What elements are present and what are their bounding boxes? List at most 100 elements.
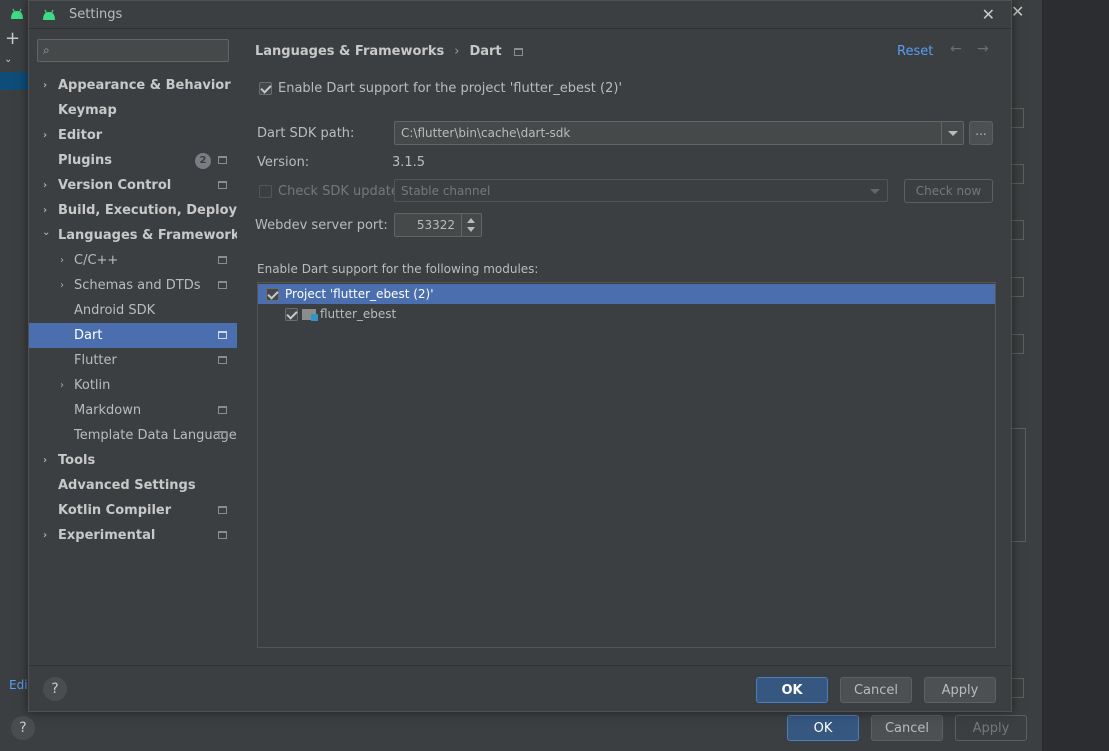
background-help-button[interactable]: ? xyxy=(11,716,35,740)
sidebar-item-schemas[interactable]: › Schemas and DTDs xyxy=(29,273,237,298)
android-icon xyxy=(11,8,23,19)
dart-settings-panel: Languages & Frameworks › Dart Reset ← → … xyxy=(237,29,1011,665)
add-icon[interactable]: + xyxy=(5,28,20,49)
check-now-button[interactable]: Check now xyxy=(904,179,993,203)
chevron-right-icon: › xyxy=(60,380,64,391)
module-flutter-ebest-checkbox[interactable] xyxy=(285,307,298,321)
module-project-checkbox[interactable] xyxy=(266,287,279,301)
chevron-down-icon: ⌄ xyxy=(42,227,51,238)
apply-button[interactable]: Apply xyxy=(924,677,996,703)
sdk-path-label: Dart SDK path: xyxy=(257,126,355,141)
breadcrumb: Languages & Frameworks › Dart xyxy=(255,44,523,59)
sidebar-item-label: Plugins xyxy=(58,153,112,168)
sidebar-item-label: Dart xyxy=(74,328,103,343)
chevron-down-icon[interactable]: ⌄ xyxy=(4,54,12,65)
chevron-right-icon: › xyxy=(43,80,48,91)
project-scope-icon xyxy=(218,356,227,364)
reset-link[interactable]: Reset xyxy=(897,44,933,59)
update-channel-select[interactable]: Stable channel xyxy=(394,179,888,202)
search-icon: ⌕ xyxy=(43,43,50,57)
webdev-port-label: Webdev server port: xyxy=(255,218,388,233)
project-scope-icon xyxy=(218,531,227,539)
sidebar-item-cpp[interactable]: › C/C++ xyxy=(29,248,237,273)
chevron-right-icon: › xyxy=(43,205,48,216)
chevron-right-icon: › xyxy=(43,455,48,466)
dialog-footer: ? OK Cancel Apply xyxy=(29,665,1011,711)
settings-sidebar: ⌕ › Appearance & Behavior Keymap › Editor … xyxy=(29,29,275,665)
dialog-title: Settings xyxy=(69,7,123,22)
sidebar-item-version-control[interactable]: › Version Control xyxy=(29,173,237,198)
settings-tree: › Appearance & Behavior Keymap › Editor Pl… xyxy=(29,73,275,548)
check-sdk-update-row[interactable]: Check SDK update: xyxy=(259,184,403,199)
chevron-down-icon[interactable] xyxy=(941,122,963,144)
sidebar-item-label: Editor xyxy=(58,128,103,143)
breadcrumb-separator: › xyxy=(454,44,460,59)
sidebar-item-label: Experimental xyxy=(58,528,156,543)
sidebar-item-kotlin[interactable]: › Kotlin xyxy=(29,373,237,398)
ok-button[interactable]: OK xyxy=(756,677,828,703)
sdk-path-combobox[interactable]: C:\flutter\bin\cache\dart-sdk xyxy=(394,121,964,145)
sidebar-item-label: Kotlin Compiler xyxy=(58,503,172,518)
breadcrumb-parent[interactable]: Languages & Frameworks xyxy=(255,44,444,59)
back-arrow-icon[interactable]: ← xyxy=(950,41,962,57)
background-apply-button[interactable]: Apply xyxy=(955,715,1027,741)
sidebar-item-template-data-languages[interactable]: Template Data Languages xyxy=(29,423,244,448)
check-sdk-update-checkbox[interactable] xyxy=(259,185,272,198)
sidebar-item-advanced-settings[interactable]: Advanced Settings xyxy=(29,473,237,498)
project-scope-icon xyxy=(218,156,227,164)
project-scope-icon xyxy=(218,181,227,189)
module-row-flutter-ebest[interactable]: flutter_ebest xyxy=(258,304,995,324)
sidebar-item-label: Android SDK xyxy=(74,303,156,318)
sidebar-item-languages[interactable]: ⌄ Languages & Frameworks xyxy=(29,223,247,248)
sidebar-item-android-sdk[interactable]: Android SDK xyxy=(29,298,237,323)
background-tool-strip xyxy=(0,0,30,751)
close-icon[interactable]: ✕ xyxy=(982,5,995,24)
background-selected-row xyxy=(0,72,28,90)
enable-dart-project-row[interactable]: Enable Dart support for the project 'flu… xyxy=(259,81,622,96)
background-button-fragment xyxy=(1010,678,1024,698)
forward-arrow-icon[interactable]: → xyxy=(977,41,989,57)
sidebar-item-label: C/C++ xyxy=(74,253,119,268)
spinner-arrows-icon[interactable] xyxy=(461,214,481,236)
chevron-right-icon: › xyxy=(60,255,64,266)
sidebar-item-dart[interactable]: Dart xyxy=(29,323,237,348)
sidebar-item-kotlin-compiler[interactable]: Kotlin Compiler xyxy=(29,498,237,523)
sidebar-item-flutter[interactable]: Flutter xyxy=(29,348,237,373)
sidebar-item-label: Languages & Frameworks xyxy=(58,228,248,243)
background-ok-button[interactable]: OK xyxy=(787,715,859,741)
sidebar-item-experimental[interactable]: › Experimental xyxy=(29,523,237,548)
plugins-update-badge: 2 xyxy=(195,153,211,169)
search-input[interactable]: ⌕ xyxy=(37,39,229,62)
project-scope-icon xyxy=(218,506,227,514)
android-icon xyxy=(43,9,55,20)
cancel-button[interactable]: Cancel xyxy=(840,677,912,703)
sidebar-item-editor[interactable]: › Editor xyxy=(29,123,237,148)
dialog-titlebar: Settings ✕ xyxy=(29,1,1011,29)
browse-button[interactable]: ... xyxy=(969,121,993,145)
sidebar-item-markdown[interactable]: Markdown xyxy=(29,398,237,423)
webdev-port-stepper[interactable]: 53322 xyxy=(394,213,482,237)
sidebar-item-label: Keymap xyxy=(58,103,117,118)
enable-dart-project-label: Enable Dart support for the project 'flu… xyxy=(278,81,623,96)
sidebar-item-appearance[interactable]: › Appearance & Behavior xyxy=(29,73,237,98)
check-sdk-update-label: Check SDK update: xyxy=(278,184,404,199)
settings-dialog: Settings ✕ ⌕ › Appearance & Behavior Keym… xyxy=(28,0,1012,712)
background-close-icon[interactable]: ✕ xyxy=(1011,2,1024,21)
enable-dart-project-checkbox[interactable] xyxy=(259,82,272,95)
module-project-label: Project 'flutter_ebest (2)' xyxy=(285,287,434,301)
sidebar-item-keymap[interactable]: Keymap xyxy=(29,98,237,123)
sidebar-item-tools[interactable]: › Tools xyxy=(29,448,237,473)
webdev-port-value: 53322 xyxy=(416,218,455,232)
project-scope-icon xyxy=(218,431,227,439)
sidebar-item-label: Tools xyxy=(58,453,96,468)
sidebar-item-build[interactable]: › Build, Execution, Deployment xyxy=(29,198,275,223)
version-value: 3.1.5 xyxy=(392,155,426,170)
project-scope-icon xyxy=(218,281,227,289)
sidebar-item-plugins[interactable]: Plugins 2 xyxy=(29,148,237,173)
version-label: Version: xyxy=(257,155,310,170)
background-cancel-button[interactable]: Cancel xyxy=(871,715,943,741)
sidebar-item-label: Appearance & Behavior xyxy=(58,78,231,93)
chevron-right-icon: › xyxy=(60,280,64,291)
help-button[interactable]: ? xyxy=(43,677,67,701)
module-row-project[interactable]: Project 'flutter_ebest (2)' xyxy=(258,284,995,304)
